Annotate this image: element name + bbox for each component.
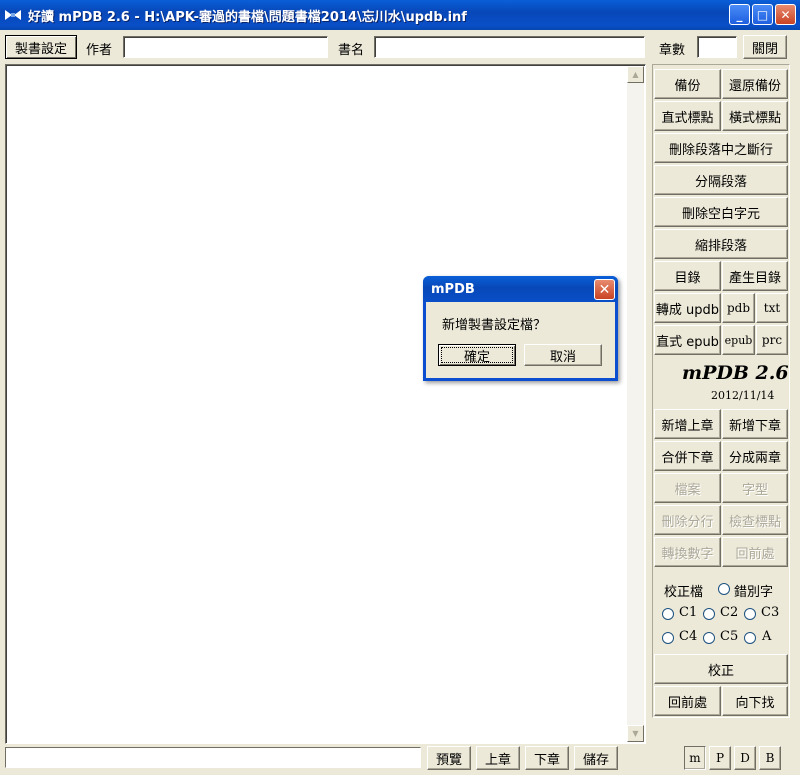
go-back-button[interactable]: 回前處 xyxy=(654,686,721,716)
title-bar: 好讀 mPDB 2.6 - H:\APK-審過的書檔\問題書檔2014\忘川水\… xyxy=(0,0,800,30)
author-label: 作者 xyxy=(86,43,113,58)
book-title-field[interactable] xyxy=(374,36,645,58)
radio-c5[interactable] xyxy=(703,632,715,644)
maximize-button[interactable]: □ xyxy=(752,4,773,25)
toc-button[interactable]: 目錄 xyxy=(654,261,721,291)
split-two-button[interactable]: 分成兩章 xyxy=(722,441,788,471)
remove-breaks-button[interactable]: 刪除段落中之斷行 xyxy=(654,133,788,163)
mode-d-button[interactable]: D xyxy=(734,746,756,770)
epub-button[interactable]: epub xyxy=(722,325,755,355)
window-title: 好讀 mPDB 2.6 - H:\APK-審過的書檔\問題書檔2014\忘川水\… xyxy=(28,9,467,25)
brand-date: 2012/11/14 xyxy=(711,389,775,402)
main-text-area[interactable]: ▲ ▼ xyxy=(5,64,646,744)
merge-next-button[interactable]: 合併下章 xyxy=(654,441,721,471)
dialog-close-icon[interactable]: ✕ xyxy=(594,279,615,300)
brand-name: mPDB 2.6 xyxy=(682,362,789,384)
add-next-chapter-button[interactable]: 新增下章 xyxy=(722,409,788,439)
check-punct-button[interactable]: 檢查標點 xyxy=(722,505,788,535)
chapters-label: 章數 xyxy=(659,43,686,58)
convert-digits-button[interactable]: 轉換數字 xyxy=(654,537,721,567)
ok-button[interactable]: 確定 xyxy=(438,344,516,366)
radio-c2[interactable] xyxy=(703,608,715,620)
scroll-up-icon[interactable]: ▲ xyxy=(627,66,644,83)
txt-button[interactable]: txt xyxy=(756,293,788,323)
app-icon xyxy=(5,10,21,20)
vertical-epub-button[interactable]: 直式 epub xyxy=(654,325,721,355)
radio-c4-label: C4 xyxy=(679,629,698,644)
radio-c5-label: C5 xyxy=(720,629,739,644)
font-button[interactable]: 字型 xyxy=(722,473,788,503)
radio-c3-label: C3 xyxy=(761,605,780,620)
radio-c1[interactable] xyxy=(662,608,674,620)
author-field[interactable] xyxy=(123,36,328,58)
proof-file-label: 校正檔 xyxy=(664,585,704,600)
confirm-dialog: mPDB ✕ 新增製書設定檔？ 確定 取消 xyxy=(423,276,618,381)
next-chapter-button[interactable]: 下章 xyxy=(525,746,569,770)
radio-c3[interactable] xyxy=(744,608,756,620)
mode-b-button[interactable]: B xyxy=(759,746,781,770)
cancel-button[interactable]: 取消 xyxy=(524,344,602,366)
backup-button[interactable]: 備份 xyxy=(654,69,721,99)
title-label: 書名 xyxy=(338,43,365,58)
dialog-title: mPDB xyxy=(431,281,475,297)
typo-radio[interactable] xyxy=(718,583,730,595)
status-field[interactable] xyxy=(5,747,421,768)
preview-button[interactable]: 預覽 xyxy=(427,746,471,770)
save-button[interactable]: 儲存 xyxy=(574,746,618,770)
separate-paragraphs-button[interactable]: 分隔段落 xyxy=(654,165,788,195)
radio-a[interactable] xyxy=(744,632,756,644)
to-updb-button[interactable]: 轉成 updb xyxy=(654,293,721,323)
mode-m-button[interactable]: m xyxy=(684,746,706,770)
horizontal-punct-button[interactable]: 橫式標點 xyxy=(722,101,788,131)
remove-blank-button[interactable]: 刪除空白字元 xyxy=(654,197,788,227)
indent-paragraphs-button[interactable]: 縮排段落 xyxy=(654,229,788,259)
vertical-scrollbar[interactable]: ▲ ▼ xyxy=(627,66,644,742)
chapters-field[interactable] xyxy=(697,36,737,58)
file-button[interactable]: 檔案 xyxy=(654,473,721,503)
dialog-message: 新增製書設定檔？ xyxy=(442,318,547,333)
scroll-down-icon[interactable]: ▼ xyxy=(627,725,644,742)
prc-button[interactable]: prc xyxy=(756,325,788,355)
radio-a-label: A xyxy=(762,629,772,644)
generate-toc-button[interactable]: 產生目錄 xyxy=(722,261,788,291)
close-window-button[interactable]: ✕ xyxy=(775,4,796,25)
restore-backup-button[interactable]: 還原備份 xyxy=(722,69,788,99)
typo-label: 錯別字 xyxy=(734,585,774,600)
vertical-punct-button[interactable]: 直式標點 xyxy=(654,101,721,131)
prev-location-button[interactable]: 回前處 xyxy=(722,537,788,567)
dialog-title-bar: mPDB ✕ xyxy=(423,276,618,302)
prev-chapter-button[interactable]: 上章 xyxy=(476,746,520,770)
radio-c4[interactable] xyxy=(662,632,674,644)
book-settings-button[interactable]: 製書設定 xyxy=(5,35,77,59)
add-prev-chapter-button[interactable]: 新增上章 xyxy=(654,409,721,439)
minimize-button[interactable]: _ xyxy=(729,4,750,25)
close-button[interactable]: 關閉 xyxy=(743,35,787,59)
radio-c2-label: C2 xyxy=(720,605,739,620)
delete-split-button[interactable]: 刪除分行 xyxy=(654,505,721,535)
pdb-button[interactable]: pdb xyxy=(722,293,755,323)
find-next-button[interactable]: 向下找 xyxy=(722,686,788,716)
radio-c1-label: C1 xyxy=(679,605,698,620)
mode-p-button[interactable]: P xyxy=(709,746,731,770)
proofread-button[interactable]: 校正 xyxy=(654,654,788,684)
